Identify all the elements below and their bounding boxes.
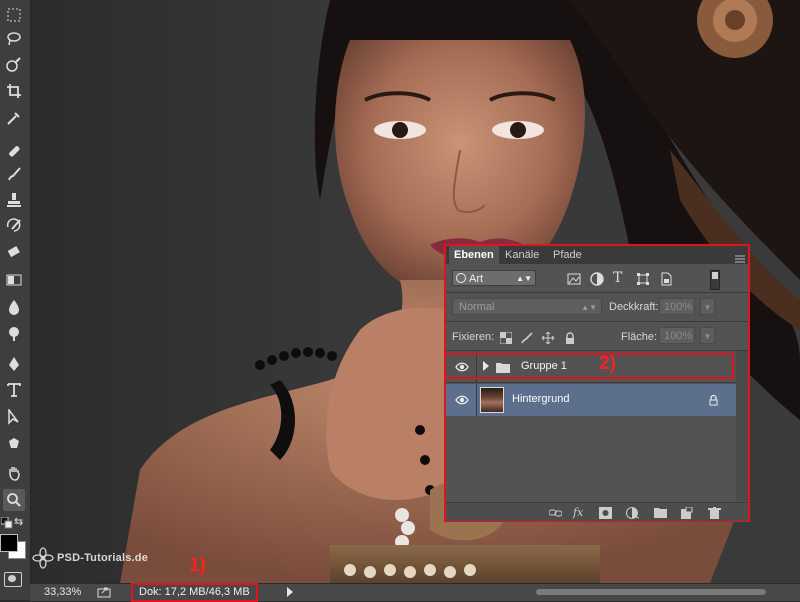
quick-select-icon[interactable] <box>3 54 25 76</box>
flower-logo-icon <box>32 547 54 569</box>
default-colors-icon[interactable] <box>0 516 13 529</box>
tab-kanaele[interactable]: Kanäle <box>500 246 544 264</box>
annotation-number-2: 2) <box>599 353 616 374</box>
new-layer-icon[interactable] <box>680 506 693 519</box>
panel-tab-bar: Ebenen Kanäle Pfade <box>446 246 748 264</box>
blur-icon[interactable] <box>3 296 25 318</box>
watermark-text: PSD-Tutorials.de <box>57 552 149 564</box>
lock-row: Fixieren: Fläche: 100% ▼ <box>446 322 748 350</box>
blend-mode-select[interactable]: Normal ▲▼ <box>452 298 602 315</box>
quick-mask-icon[interactable] <box>4 572 22 587</box>
dodge-icon[interactable] <box>3 323 25 345</box>
blend-row: Normal ▲▼ Deckkraft: 100% ▼ <box>446 293 748 321</box>
eraser-icon[interactable] <box>3 241 25 263</box>
eye-visibility-icon[interactable] <box>455 393 469 405</box>
layer-thumbnail <box>480 387 504 413</box>
export-icon[interactable] <box>97 586 111 598</box>
lock-transparent-icon[interactable] <box>499 331 513 345</box>
opacity-label: Deckkraft: <box>609 301 659 313</box>
pen-icon[interactable] <box>3 353 25 375</box>
panel-menu-icon[interactable] <box>735 250 745 263</box>
trash-icon[interactable] <box>708 506 721 519</box>
status-menu-arrow-icon[interactable] <box>287 587 293 597</box>
hand-icon[interactable] <box>3 462 25 484</box>
blend-mode-label: Normal <box>459 301 495 313</box>
layer-filter-row: Art ▲▼ T <box>446 264 748 292</box>
lasso-icon[interactable] <box>3 28 25 50</box>
zoom-icon[interactable] <box>3 489 25 511</box>
filter-kind-select[interactable]: Art ▲▼ <box>452 270 536 286</box>
document-size-info: Dok: 17,2 MB/46,3 MB <box>131 583 258 602</box>
layers-panel: Ebenen Kanäle Pfade Art ▲▼ T Normal ▲▼ D… <box>444 244 750 522</box>
fill-label: Fläche: <box>621 331 658 343</box>
lock-position-icon[interactable] <box>541 331 555 345</box>
watermark-logo: PSD-Tutorials.de <box>32 547 148 569</box>
annotation-highlight-box <box>444 353 734 379</box>
opacity-input[interactable]: 100% <box>659 298 695 315</box>
type-icon[interactable] <box>3 379 25 401</box>
lock-icon[interactable] <box>708 393 719 406</box>
search-icon <box>456 273 466 283</box>
smart-object-filter-icon[interactable] <box>659 272 673 286</box>
type-filter-icon[interactable]: T <box>613 270 627 286</box>
adjustment-icon[interactable] <box>626 506 640 519</box>
layers-footer: fx <box>446 502 748 521</box>
annotation-number-1: 1) <box>189 555 206 576</box>
adjustment-filter-icon[interactable] <box>590 272 604 286</box>
stamp-icon[interactable] <box>3 189 25 211</box>
foreground-color-swatch[interactable] <box>0 534 18 552</box>
tools-panel: ⇆ <box>0 0 31 600</box>
gradient-icon[interactable] <box>3 269 25 291</box>
fill-dropdown-icon[interactable]: ▼ <box>700 327 715 344</box>
shape-filter-icon[interactable] <box>636 272 650 286</box>
divider <box>476 384 477 416</box>
tab-ebenen[interactable]: Ebenen <box>449 246 499 264</box>
brush-icon[interactable] <box>3 163 25 185</box>
tab-pfade[interactable]: Pfade <box>548 246 587 264</box>
eyedropper-icon[interactable] <box>3 107 25 129</box>
status-bar: 33,33% Dok: 17,2 MB/46,3 MB <box>30 583 800 602</box>
lock-image-icon[interactable] <box>521 331 533 344</box>
filter-kind-label: Art <box>469 273 484 285</box>
opacity-dropdown-icon[interactable]: ▼ <box>700 298 715 315</box>
mask-icon[interactable] <box>599 506 612 519</box>
select-arrows-icon: ▲▼ <box>581 303 597 312</box>
marquee-icon[interactable] <box>3 4 25 26</box>
select-arrows-icon: ▲▼ <box>516 274 532 283</box>
lock-label: Fixieren: <box>452 331 495 343</box>
layer-name-background[interactable]: Hintergrund <box>512 393 569 405</box>
link-icon[interactable] <box>548 506 563 518</box>
filter-toggle-switch[interactable] <box>710 270 720 290</box>
zoom-level[interactable]: 33,33% <box>44 586 81 598</box>
layer-list-scrollbar[interactable] <box>736 351 748 501</box>
pixel-filter-icon[interactable] <box>567 272 581 286</box>
healing-icon[interactable] <box>3 140 25 162</box>
new-group-icon[interactable] <box>654 506 667 518</box>
swap-colors-icon[interactable]: ⇆ <box>14 516 26 528</box>
layer-list: Gruppe 1 Hintergrund <box>444 351 736 501</box>
layer-row-group[interactable]: Gruppe 1 <box>444 351 736 383</box>
crop-icon[interactable] <box>3 80 25 102</box>
fill-input[interactable]: 100% <box>659 327 695 344</box>
lock-all-icon[interactable] <box>564 331 576 344</box>
history-brush-icon[interactable] <box>3 214 25 236</box>
fx-icon[interactable]: fx <box>573 506 586 519</box>
path-select-icon[interactable] <box>3 406 25 428</box>
layer-row-background[interactable]: Hintergrund <box>446 384 736 416</box>
shape-icon[interactable] <box>3 433 25 455</box>
horizontal-scrollbar[interactable] <box>536 589 766 595</box>
